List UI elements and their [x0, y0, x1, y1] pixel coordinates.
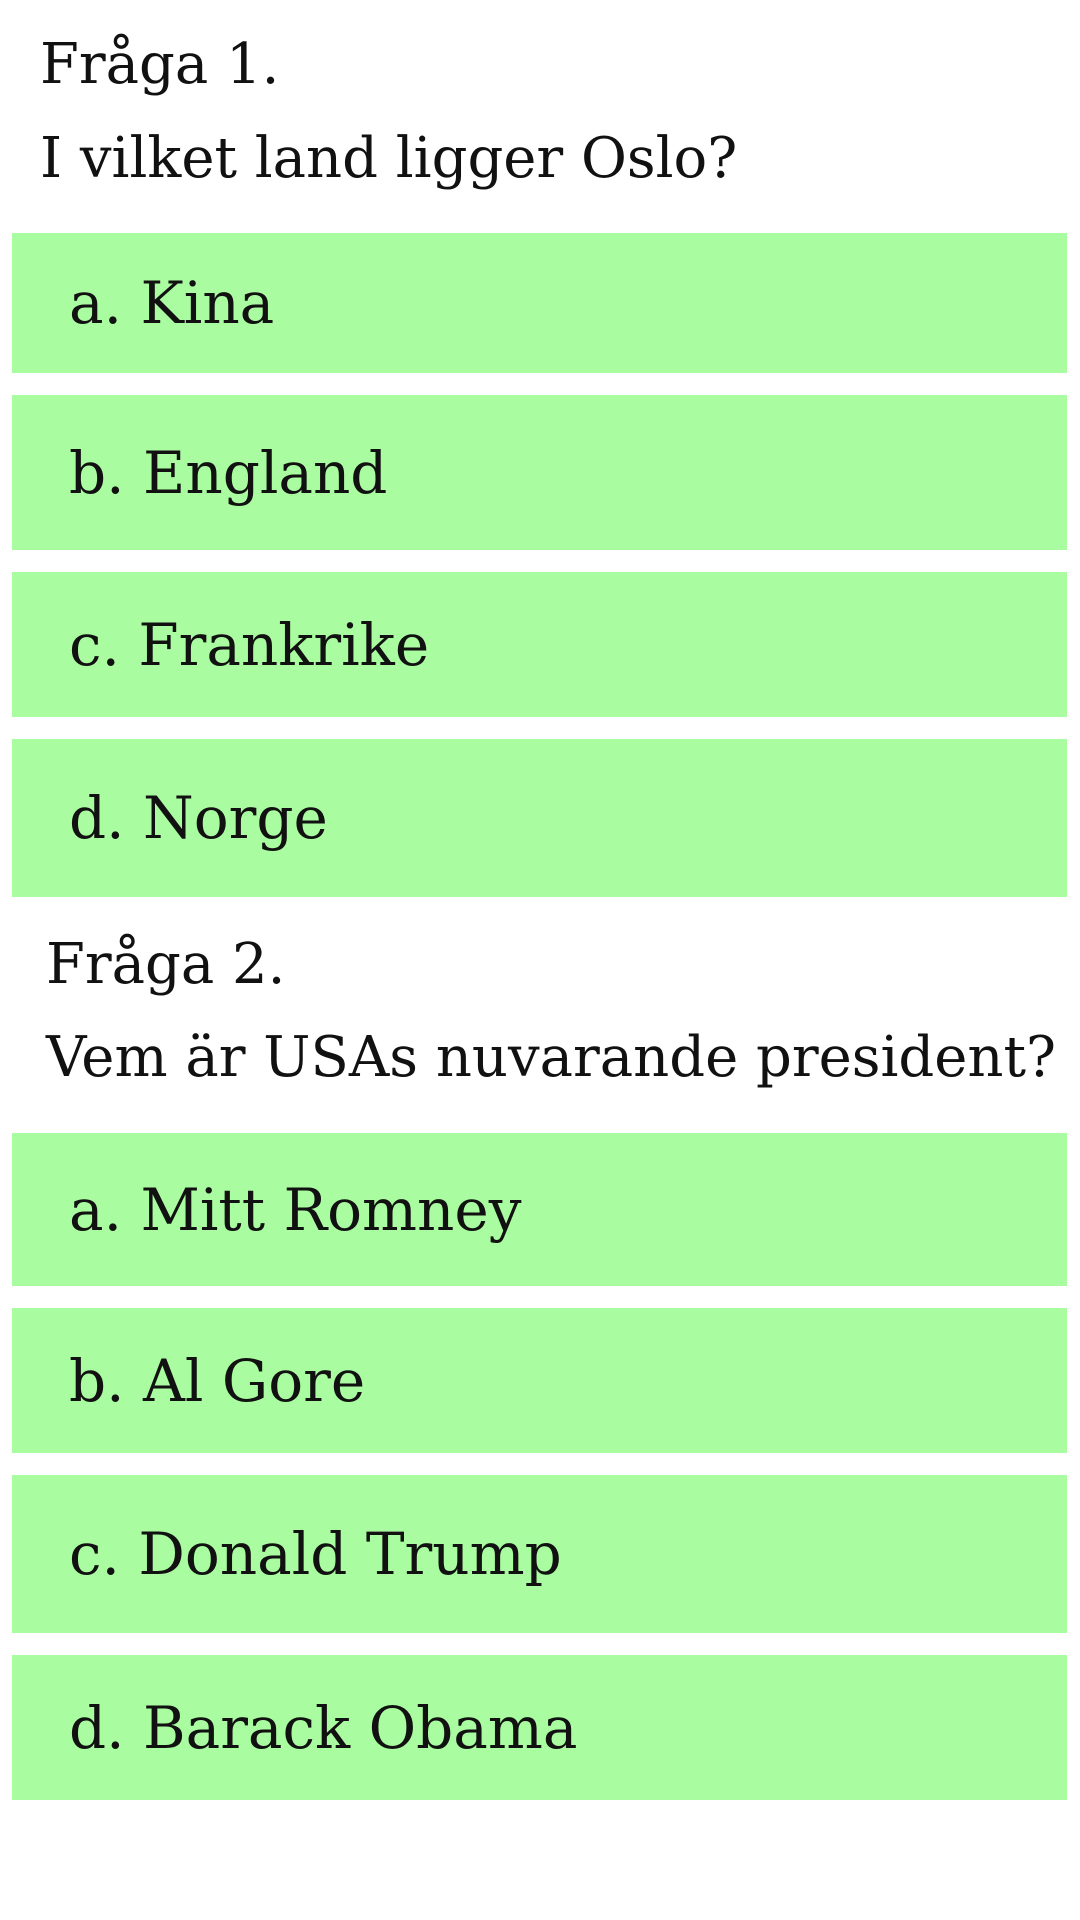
question-2-text: Vem är USAs nuvarande president?: [46, 1025, 1056, 1090]
option-label: d. Barack Obama: [69, 1693, 578, 1762]
question-2-title: Fråga 2.: [46, 932, 286, 997]
question-2-option-b[interactable]: b. Al Gore: [12, 1308, 1067, 1453]
question-1-title: Fråga 1.: [40, 32, 280, 97]
question-2-option-d[interactable]: d. Barack Obama: [12, 1655, 1067, 1800]
question-1-option-c[interactable]: c. Frankrike: [12, 572, 1067, 717]
question-2-option-a[interactable]: a. Mitt Romney: [12, 1133, 1067, 1286]
question-1-option-b[interactable]: b. England: [12, 395, 1067, 550]
option-label: b. England: [69, 438, 388, 507]
option-label: b. Al Gore: [69, 1346, 366, 1415]
question-1-option-d[interactable]: d. Norge: [12, 739, 1067, 897]
option-label: a. Kina: [69, 269, 275, 337]
question-1-text: I vilket land ligger Oslo?: [40, 126, 738, 191]
option-label: c. Donald Trump: [69, 1520, 562, 1588]
question-2-option-c[interactable]: c. Donald Trump: [12, 1475, 1067, 1633]
question-1-option-a[interactable]: a. Kina: [12, 233, 1067, 373]
option-label: a. Mitt Romney: [69, 1175, 522, 1244]
option-label: c. Frankrike: [69, 610, 430, 679]
option-label: d. Norge: [69, 784, 328, 852]
